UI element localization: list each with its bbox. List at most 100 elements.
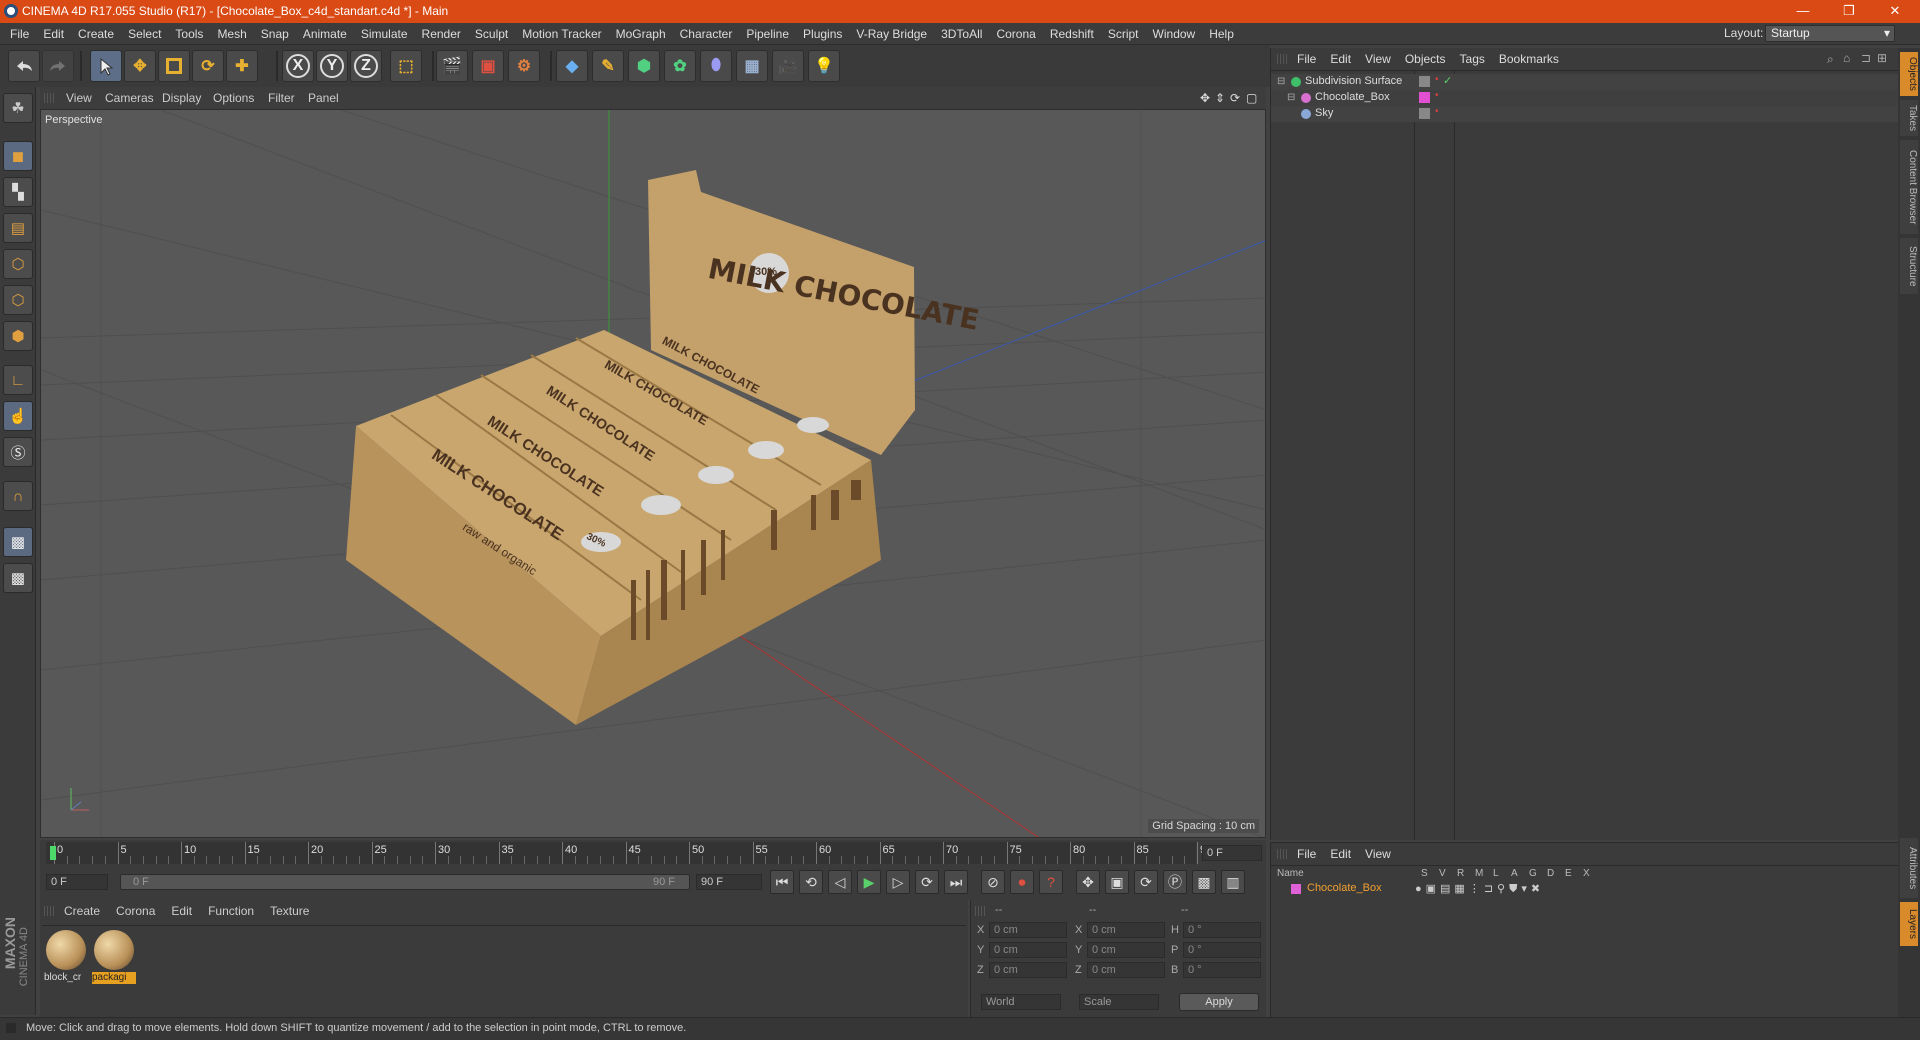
coord-value-field[interactable]: 0 cm: [1087, 962, 1165, 978]
expand-icon[interactable]: ⊞: [1877, 51, 1887, 65]
home-icon[interactable]: ⌂: [1843, 51, 1850, 65]
material-menu-corona[interactable]: Corona: [116, 904, 155, 918]
layer-menu-file[interactable]: File: [1297, 843, 1316, 865]
model-mode-icon[interactable]: ◼: [3, 141, 33, 171]
menu-file[interactable]: File: [3, 23, 36, 45]
minimize-button[interactable]: —: [1780, 0, 1826, 23]
deformer-icon[interactable]: ⬮: [700, 50, 732, 82]
new-view-icon[interactable]: ⊐: [1861, 51, 1871, 65]
menu-help[interactable]: Help: [1202, 23, 1241, 45]
light-icon[interactable]: 💡: [808, 50, 840, 82]
record-icon[interactable]: ⏺: [1010, 870, 1034, 894]
pla-key-icon[interactable]: ▩: [1192, 870, 1216, 894]
next-frame-icon[interactable]: ▷: [886, 870, 910, 894]
points-mode-icon[interactable]: ⬡: [3, 249, 33, 279]
scale-key-icon[interactable]: ▣: [1105, 870, 1129, 894]
visibility-toggle-icon[interactable]: [1419, 76, 1430, 87]
array-icon[interactable]: ✿: [664, 50, 696, 82]
search-icon[interactable]: ⌕: [1827, 52, 1834, 67]
render-dot-icon[interactable]: •: [1435, 90, 1439, 101]
material-menu-function[interactable]: Function: [208, 904, 254, 918]
menu-v-ray-bridge[interactable]: V-Ray Bridge: [849, 23, 934, 45]
camera-icon[interactable]: 🎥: [772, 50, 804, 82]
layer-column-header[interactable]: V: [1439, 868, 1446, 879]
layer-column-header[interactable]: S: [1421, 868, 1428, 879]
object-menu-edit[interactable]: Edit: [1330, 48, 1351, 70]
menu-sculpt[interactable]: Sculpt: [468, 23, 515, 45]
menu-plugins[interactable]: Plugins: [796, 23, 849, 45]
autokey-icon[interactable]: ?: [1039, 870, 1063, 894]
expand-toggle-icon[interactable]: ⊟: [1277, 76, 1285, 87]
menu-character[interactable]: Character: [673, 23, 740, 45]
render-view-icon[interactable]: 🎬: [436, 50, 468, 82]
sculpt-brush-icon[interactable]: ☘: [3, 93, 33, 123]
viewport-maximize-icon[interactable]: ▢: [1246, 91, 1257, 105]
rotate-icon[interactable]: ⟳: [192, 50, 224, 82]
layer-row[interactable]: Chocolate_Box ●▣▤▦⋮⊐⚲⛊▾✖: [1277, 881, 1893, 897]
go-end-icon[interactable]: ⏭: [944, 870, 968, 894]
spline-pen-icon[interactable]: ✎: [592, 50, 624, 82]
menu-simulate[interactable]: Simulate: [354, 23, 415, 45]
coordinate-system-icon[interactable]: ⬚: [390, 50, 422, 82]
edges-mode-icon[interactable]: ⬡: [3, 285, 33, 315]
start-frame-field[interactable]: 0 F: [46, 874, 108, 890]
cube-primitive-icon[interactable]: ◆: [556, 50, 588, 82]
menu-select[interactable]: Select: [121, 23, 168, 45]
viewport-menu-display[interactable]: Display: [162, 91, 201, 105]
menu-tools[interactable]: Tools: [168, 23, 210, 45]
layer-menu-edit[interactable]: Edit: [1330, 843, 1351, 865]
layer-column-header[interactable]: E: [1565, 868, 1572, 879]
menu-create[interactable]: Create: [71, 23, 121, 45]
play-icon[interactable]: ▶: [857, 870, 881, 894]
coord-value-field[interactable]: 0 °: [1183, 942, 1261, 958]
move-key-icon[interactable]: ✥: [1076, 870, 1100, 894]
layer-column-header[interactable]: X: [1583, 868, 1590, 879]
coord-mode-select[interactable]: Scale: [1079, 994, 1159, 1010]
object-name[interactable]: Subdivision Surface: [1305, 75, 1402, 87]
visibility-toggle-icon[interactable]: [1419, 108, 1430, 119]
menu-mograph[interactable]: MoGraph: [609, 23, 673, 45]
close-button[interactable]: ✕: [1872, 0, 1918, 23]
texture-mode-icon[interactable]: ▚: [3, 177, 33, 207]
render-picture-viewer-icon[interactable]: ▣: [472, 50, 504, 82]
object-menu-objects[interactable]: Objects: [1405, 48, 1446, 70]
tab-attributes[interactable]: Attributes: [1900, 838, 1918, 898]
menu-render[interactable]: Render: [415, 23, 468, 45]
expand-toggle-icon[interactable]: ⊟: [1287, 92, 1295, 103]
rotate-key-icon[interactable]: ⟳: [1134, 870, 1158, 894]
object-row[interactable]: ⊟ Chocolate_Box •: [1271, 90, 1899, 106]
menu-redshift[interactable]: Redshift: [1043, 23, 1101, 45]
tweak-mode-icon[interactable]: ☝: [3, 401, 33, 431]
coord-value-field[interactable]: 0 cm: [989, 922, 1067, 938]
layer-column-header[interactable]: M: [1475, 868, 1483, 879]
workplane-icon[interactable]: ▤: [3, 213, 33, 243]
x-axis-lock[interactable]: X: [282, 50, 314, 82]
menu-pipeline[interactable]: Pipeline: [739, 23, 796, 45]
menu-window[interactable]: Window: [1146, 23, 1203, 45]
tab-layers[interactable]: Layers: [1900, 902, 1918, 946]
select-arrow-icon[interactable]: [90, 50, 122, 82]
timeline-icon[interactable]: ▥: [1221, 870, 1245, 894]
menu-edit[interactable]: Edit: [36, 23, 71, 45]
redo-icon[interactable]: [42, 50, 74, 82]
object-row[interactable]: Sky •: [1271, 106, 1899, 122]
transform-icon[interactable]: ✚: [226, 50, 258, 82]
render-settings-icon[interactable]: ⚙: [508, 50, 540, 82]
layer-column-header[interactable]: G: [1529, 868, 1537, 879]
object-menu-file[interactable]: File: [1297, 48, 1316, 70]
menu-mesh[interactable]: Mesh: [210, 23, 253, 45]
coord-value-field[interactable]: 0 cm: [1087, 922, 1165, 938]
enabled-check-icon[interactable]: ✓: [1443, 74, 1452, 87]
move-icon[interactable]: ✥: [124, 50, 156, 82]
material-thumbnail[interactable]: packagi: [92, 928, 136, 986]
viewport-nav-zoom-icon[interactable]: ⇕: [1215, 91, 1225, 105]
tab-objects[interactable]: Objects: [1900, 52, 1918, 96]
go-start-icon[interactable]: ⏮: [770, 870, 794, 894]
menu-script[interactable]: Script: [1101, 23, 1146, 45]
viewport-nav-move-icon[interactable]: ✥: [1200, 91, 1210, 105]
menu-3dtoall[interactable]: 3DToAll: [934, 23, 989, 45]
material-thumbnail[interactable]: block_cr: [44, 928, 88, 986]
menu-motion-tracker[interactable]: Motion Tracker: [515, 23, 608, 45]
current-frame-field[interactable]: 0 F: [1202, 845, 1262, 861]
snap-magnet-icon[interactable]: ∩: [3, 481, 33, 511]
